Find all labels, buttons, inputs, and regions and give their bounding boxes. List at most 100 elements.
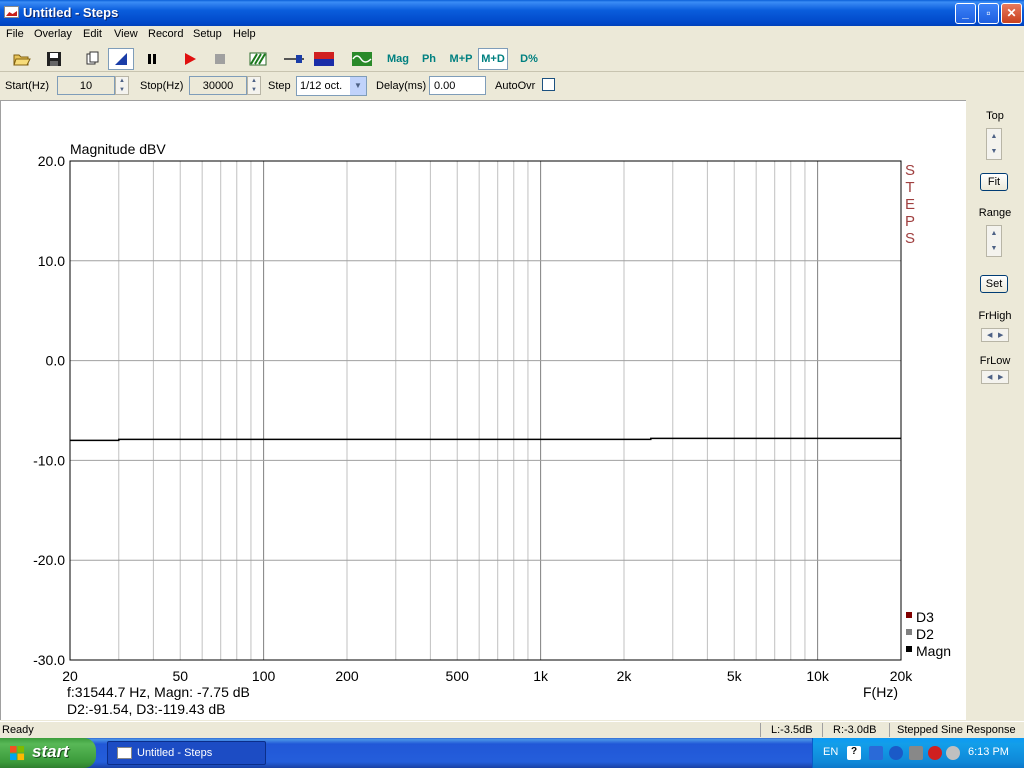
delay-field[interactable]: 0.00	[429, 76, 486, 95]
status-right-level: R:-3.0dB	[833, 724, 877, 736]
chevron-right-icon[interactable]: ▶	[998, 331, 1003, 339]
language-indicator[interactable]: EN	[823, 746, 838, 758]
maximize-button[interactable]: ▫	[978, 3, 999, 24]
app-window: Untitled - Steps _ ▫ ✕ File Overlay Edit…	[0, 0, 1024, 738]
cursor-button[interactable]	[108, 48, 134, 70]
menu-setup[interactable]: Setup	[193, 28, 222, 40]
mag-button[interactable]: Mag	[384, 48, 412, 70]
chevron-down-icon[interactable]: ▼	[350, 77, 366, 95]
menu-record[interactable]: Record	[148, 28, 183, 40]
close-icon: ✕	[1006, 6, 1017, 20]
save-icon	[47, 52, 61, 66]
watermark-letter: T	[905, 179, 914, 196]
taskbar-item-steps[interactable]: Untitled - Steps	[107, 741, 266, 765]
spin-up-icon: ▲	[990, 230, 998, 237]
frlow-spinner[interactable]: ◀ ▶	[981, 370, 1009, 384]
status-divider	[889, 723, 890, 737]
y-tick-label: -30.0	[33, 652, 65, 668]
start-field[interactable]: 10	[57, 76, 115, 95]
x-tick-label: 200	[335, 668, 359, 684]
frhigh-spinner[interactable]: ◀ ▶	[981, 328, 1009, 342]
chevron-left-icon[interactable]: ◀	[987, 373, 992, 381]
restore-icon: ▫	[986, 6, 991, 20]
menu-edit[interactable]: Edit	[83, 28, 102, 40]
color-button[interactable]	[312, 48, 336, 70]
clock: 6:13 PM	[968, 746, 1009, 758]
status-divider	[760, 723, 761, 737]
x-tick-label: 50	[172, 668, 188, 684]
mag-phase-button[interactable]: M+P	[446, 48, 476, 70]
cursor-icon	[115, 53, 127, 65]
dist-pct-label: D%	[520, 53, 538, 65]
security-shield-icon[interactable]	[928, 746, 942, 760]
x-tick-label: 1k	[533, 668, 549, 684]
pause-button[interactable]	[140, 48, 164, 70]
step-label: Step	[268, 80, 291, 92]
save-button[interactable]	[42, 48, 66, 70]
frlow-label: FrLow	[979, 355, 1011, 367]
magnitude-chart[interactable]: 20 50 100 200 500 1k 2k 5k 10k 20k 20.0 10.0 0.0 -10.…	[1, 101, 966, 720]
grid	[69, 160, 902, 661]
y-tick-label: -20.0	[33, 552, 65, 568]
x-tick-label: 500	[446, 668, 470, 684]
stop-button[interactable]	[208, 48, 232, 70]
step-value: 1/12 oct.	[300, 80, 343, 92]
start-spinner[interactable]: ▲ ▼	[115, 76, 129, 95]
plot-panel[interactable]: 20 50 100 200 500 1k 2k 5k 10k 20k 20.0 10.0 0.0 -10.…	[0, 100, 966, 720]
start-label: start	[32, 742, 69, 761]
x-axis-label: F(Hz)	[863, 684, 898, 700]
legend-label-d2: D2	[916, 626, 934, 642]
x-tick-label: 20k	[890, 668, 914, 684]
top-spinner[interactable]: ▲ ▼	[986, 128, 1002, 160]
network-icon[interactable]	[869, 746, 883, 760]
speaker-icon[interactable]	[909, 746, 923, 760]
open-button[interactable]	[10, 48, 34, 70]
spin-down-icon: ▼	[990, 148, 998, 155]
range-spinner[interactable]: ▲ ▼	[986, 225, 1002, 257]
stop-field[interactable]: 30000	[189, 76, 247, 95]
x-tick-label: 20	[62, 668, 78, 684]
wave-button[interactable]	[350, 48, 374, 70]
dist-pct-button[interactable]: D%	[516, 48, 542, 70]
autoovr-checkbox[interactable]	[542, 78, 555, 91]
chevron-right-icon[interactable]: ▶	[998, 373, 1003, 381]
x-tick-label: 10k	[806, 668, 830, 684]
record-button[interactable]	[178, 48, 202, 70]
menu-view[interactable]: View	[114, 28, 138, 40]
fit-button[interactable]: Fit	[980, 173, 1008, 191]
help-icon[interactable]: ?	[847, 746, 861, 760]
menu-bar: File Overlay Edit View Record Setup Help	[0, 26, 1024, 44]
mag-label: Mag	[387, 53, 409, 65]
mag-dist-button[interactable]: M+D	[478, 48, 508, 70]
new-button[interactable]	[80, 48, 104, 70]
overlay-button[interactable]	[246, 48, 270, 70]
title-bar[interactable]: Untitled - Steps _ ▫ ✕	[0, 0, 1024, 26]
back-arrow-icon[interactable]	[889, 746, 903, 760]
start-button[interactable]: start	[0, 738, 96, 768]
chevron-left-icon[interactable]: ◀	[987, 331, 992, 339]
chart-title: Magnitude dBV	[70, 141, 166, 157]
menu-file[interactable]: File	[6, 28, 24, 40]
new-icon	[86, 51, 99, 65]
close-button[interactable]: ✕	[1001, 3, 1022, 24]
set-button[interactable]: Set	[980, 275, 1008, 293]
phase-button[interactable]: Ph	[416, 48, 442, 70]
legend: D3D2Magn	[906, 609, 951, 659]
menu-overlay[interactable]: Overlay	[34, 28, 72, 40]
cursor-readout-frequency: f:31544.7 Hz, Magn: -7.75 dB	[67, 684, 250, 700]
stop-spinner[interactable]: ▲ ▼	[247, 76, 261, 95]
parameter-bar: Start(Hz) 10 ▲ ▼ Stop(Hz) 30000 ▲ ▼ Step 1…	[0, 73, 1024, 98]
menu-help[interactable]: Help	[233, 28, 256, 40]
taskbar-item-label: Untitled - Steps	[137, 747, 213, 759]
minimize-button[interactable]: _	[955, 3, 976, 24]
legend-swatch-magn	[906, 646, 912, 652]
open-icon	[13, 54, 31, 66]
cursor-readout-distortion: D2:-91.54, D3:-119.43 dB	[67, 701, 226, 717]
wave-icon	[352, 52, 372, 66]
antivirus-icon[interactable]	[946, 746, 960, 760]
phase-label: Ph	[421, 53, 437, 65]
autoovr-label: AutoOvr	[495, 80, 536, 92]
step-select[interactable]: 1/12 oct. ▼	[296, 76, 367, 96]
slider-button[interactable]	[282, 48, 306, 70]
legend-swatch-d2	[906, 629, 912, 635]
